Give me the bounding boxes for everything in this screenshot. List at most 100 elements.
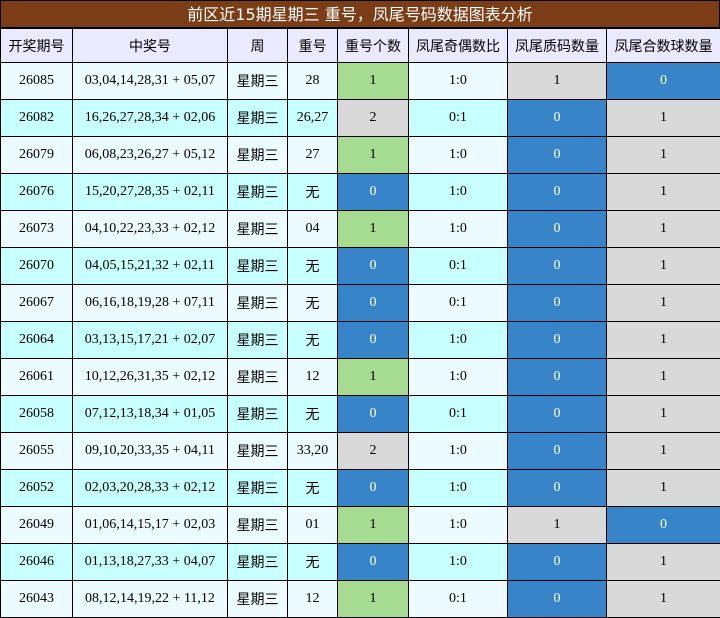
cell-odd-even-ratio: 0:1 [408, 247, 508, 285]
cell-composite-count: 1 [606, 432, 720, 470]
cell-repeat-count: 1 [337, 62, 409, 100]
cell-repeat: 26,27 [287, 99, 338, 137]
cell-issue: 26058 [0, 395, 73, 433]
cell-composite-count: 1 [606, 99, 720, 137]
chart-container: 前区近15期星期三 重号，凤尾号码数据图表分析 开奖期号 中奖号 周 重号 重号… [0, 0, 720, 618]
cell-numbers: 01,06,14,15,17 + 02,03 [72, 506, 228, 544]
cell-issue: 26076 [0, 173, 73, 211]
cell-issue: 26082 [0, 99, 73, 137]
cell-numbers: 04,05,15,21,32 + 02,11 [72, 247, 228, 285]
table-row: 26046 01,13,18,27,33 + 04,07 星期三无 0 1:0 0 1 [0, 543, 720, 581]
cell-prime-count: 0 [507, 395, 607, 433]
cell-repeat-count: 2 [337, 99, 409, 137]
cell-repeat: 无 [287, 247, 338, 285]
cell-composite-count: 1 [606, 469, 720, 507]
cell-issue: 26055 [0, 432, 73, 470]
cell-week: 星期三 [227, 210, 288, 248]
cell-odd-even-ratio: 1:0 [408, 506, 508, 544]
cell-odd-even-ratio: 1:0 [408, 358, 508, 396]
cell-week: 星期三 [227, 247, 288, 285]
cell-composite-count: 1 [606, 321, 720, 359]
cell-issue: 26052 [0, 469, 73, 507]
table-row: 26052 02,03,20,28,33 + 02,12 星期三无 0 1:0 0 1 [0, 469, 720, 507]
table-row: 26055 09,10,20,33,35 + 04,11 星期三 33,20 2 1:0 0… [0, 432, 720, 470]
table-row: 26085 03,04,14,28,31 + 05,07 星期三 28 1 1:0 1 0 [0, 62, 720, 100]
cell-week: 星期三 [227, 543, 288, 581]
cell-numbers: 06,16,18,19,28 + 07,11 [72, 284, 228, 322]
cell-prime-count: 0 [507, 210, 607, 248]
cell-prime-count: 0 [507, 358, 607, 396]
table-row: 26070 04,05,15,21,32 + 02,11 星期三无 0 0:1 0 1 [0, 247, 720, 285]
cell-repeat-count: 0 [337, 247, 409, 285]
page-title: 前区近15期星期三 重号，凤尾号码数据图表分析 [0, 0, 720, 28]
table-row: 26076 15,20,27,28,35 + 02,11 星期三无 0 1:0 0 1 [0, 173, 720, 211]
cell-repeat: 12 [287, 358, 338, 396]
table-row: 26061 10,12,26,31,35 + 02,12 星期三 12 1 1:0 0 1 [0, 358, 720, 396]
table-row: 26067 06,16,18,19,28 + 07,11 星期三无 0 0:1 0 1 [0, 284, 720, 322]
cell-composite-count: 1 [606, 284, 720, 322]
table-row: 26082 16,26,27,28,34 + 02,06 星期三 26,27 2 0:1 0… [0, 99, 720, 137]
cell-odd-even-ratio: 0:1 [408, 580, 508, 618]
cell-prime-count: 0 [507, 432, 607, 470]
cell-issue: 26067 [0, 284, 73, 322]
cell-odd-even-ratio: 1:0 [408, 543, 508, 581]
header-issue: 开奖期号 [0, 28, 73, 63]
cell-week: 星期三 [227, 358, 288, 396]
cell-week: 星期三 [227, 284, 288, 322]
cell-odd-even-ratio: 0:1 [408, 284, 508, 322]
cell-week: 星期三 [227, 99, 288, 137]
cell-repeat-count: 0 [337, 173, 409, 211]
cell-repeat-count: 1 [337, 136, 409, 174]
cell-odd-even-ratio: 1:0 [408, 432, 508, 470]
cell-odd-even-ratio: 1:0 [408, 62, 508, 100]
cell-issue: 26043 [0, 580, 73, 618]
header-odd-even-ratio: 凤尾奇偶数比 [408, 28, 508, 63]
cell-prime-count: 1 [507, 62, 607, 100]
cell-repeat-count: 1 [337, 580, 409, 618]
table-row: 26049 01,06,14,15,17 + 02,03 星期三 01 1 1:0 1 0 [0, 506, 720, 544]
cell-composite-count: 1 [606, 580, 720, 618]
cell-numbers: 06,08,23,26,27 + 05,12 [72, 136, 228, 174]
header-repeat-count: 重号个数 [337, 28, 409, 63]
cell-repeat-count: 0 [337, 321, 409, 359]
cell-repeat-count: 0 [337, 395, 409, 433]
cell-odd-even-ratio: 1:0 [408, 136, 508, 174]
cell-odd-even-ratio: 1:0 [408, 173, 508, 211]
cell-numbers: 03,13,15,17,21 + 02,07 [72, 321, 228, 359]
cell-composite-count: 0 [606, 506, 720, 544]
cell-composite-count: 1 [606, 247, 720, 285]
cell-issue: 26073 [0, 210, 73, 248]
header-composite-count: 凤尾合数球数量 [606, 28, 720, 63]
cell-repeat-count: 2 [337, 432, 409, 470]
cell-composite-count: 1 [606, 136, 720, 174]
cell-repeat-count: 0 [337, 284, 409, 322]
cell-repeat: 无 [287, 469, 338, 507]
cell-week: 星期三 [227, 321, 288, 359]
header-numbers: 中奖号 [72, 28, 228, 63]
cell-repeat-count: 0 [337, 543, 409, 581]
cell-repeat: 12 [287, 580, 338, 618]
cell-numbers: 15,20,27,28,35 + 02,11 [72, 173, 228, 211]
cell-prime-count: 0 [507, 543, 607, 581]
cell-prime-count: 0 [507, 173, 607, 211]
cell-numbers: 04,10,22,23,33 + 02,12 [72, 210, 228, 248]
cell-repeat: 无 [287, 321, 338, 359]
cell-repeat: 无 [287, 173, 338, 211]
cell-numbers: 01,13,18,27,33 + 04,07 [72, 543, 228, 581]
cell-numbers: 07,12,13,18,34 + 01,05 [72, 395, 228, 433]
table-row: 26064 03,13,15,17,21 + 02,07 星期三无 0 1:0 0 1 [0, 321, 720, 359]
cell-week: 星期三 [227, 173, 288, 211]
cell-composite-count: 1 [606, 173, 720, 211]
cell-week: 星期三 [227, 432, 288, 470]
cell-issue: 26064 [0, 321, 73, 359]
cell-odd-even-ratio: 0:1 [408, 99, 508, 137]
header-repeat: 重号 [287, 28, 338, 63]
table-row: 26043 08,12,14,19,22 + 11,12 星期三 12 1 0:1 0 1 [0, 580, 720, 618]
cell-issue: 26061 [0, 358, 73, 396]
cell-week: 星期三 [227, 506, 288, 544]
cell-repeat: 28 [287, 62, 338, 100]
cell-repeat: 01 [287, 506, 338, 544]
cell-issue: 26046 [0, 543, 73, 581]
header-prime-count: 凤尾质码数量 [507, 28, 607, 63]
cell-repeat-count: 0 [337, 469, 409, 507]
